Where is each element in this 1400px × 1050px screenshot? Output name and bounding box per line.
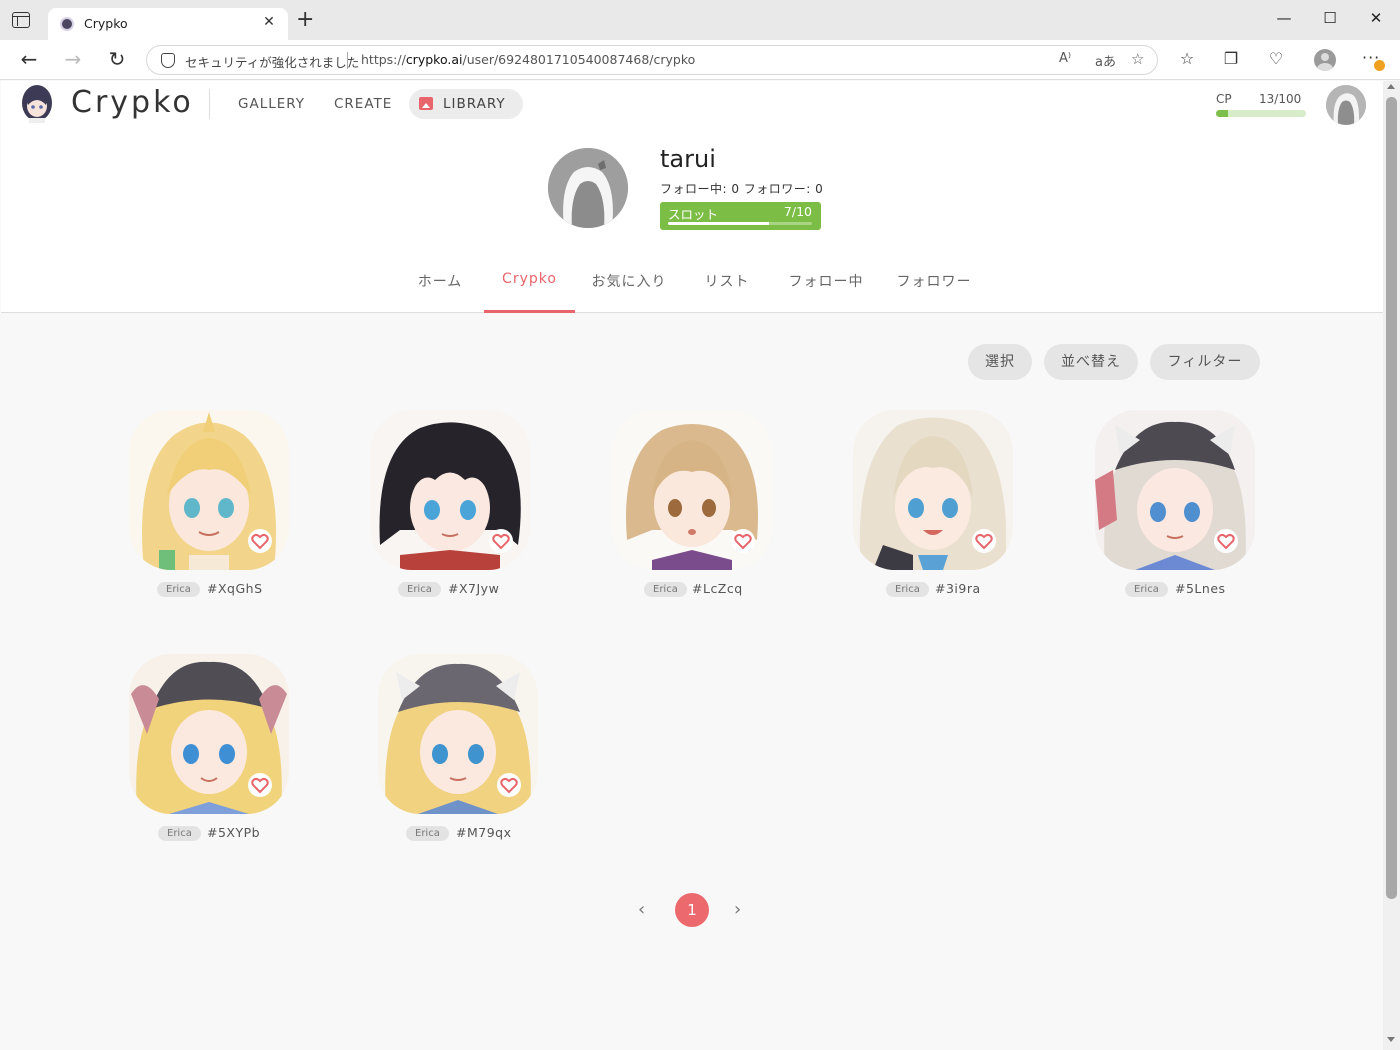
crypko-card[interactable]: Erica #LcZcq — [612, 410, 772, 610]
card-tag[interactable]: Erica — [157, 582, 200, 597]
crypko-card[interactable]: Erica #5Lnes — [1095, 410, 1255, 610]
new-tab-icon[interactable]: + — [296, 9, 314, 31]
card-tag[interactable]: Erica — [398, 582, 441, 597]
follow-counts[interactable]: フォロー中: 0 フォロワー: 0 — [660, 180, 823, 197]
cp-value: 13/100 — [1259, 92, 1302, 106]
favorite-heart-icon[interactable] — [496, 772, 522, 798]
translate-icon[interactable]: aあ — [1095, 51, 1116, 70]
profile-username: tarui — [660, 145, 716, 173]
maximize-icon[interactable]: ☐ — [1310, 9, 1350, 27]
profile-header: Crypko GALLERY CREATE LIBRARY CP 13/100 … — [1, 81, 1383, 313]
tab-home[interactable]: ホーム — [406, 271, 474, 291]
crypko-card[interactable]: Erica #M79qx — [378, 654, 538, 854]
favorite-heart-icon[interactable] — [247, 528, 273, 554]
browser-navbar: ← → ↻ セキュリティが強化されました https://crypko.ai/u… — [0, 40, 1400, 80]
favorite-heart-icon[interactable] — [488, 528, 514, 554]
cp-progress-fill — [1216, 110, 1228, 117]
slot-label: スロット — [668, 207, 719, 222]
library-image-icon — [419, 97, 433, 110]
read-aloud-icon[interactable]: A⁾ — [1059, 51, 1071, 66]
next-page-icon[interactable]: › — [734, 899, 741, 920]
select-button[interactable]: 選択 — [968, 344, 1032, 380]
profile-tabs: ホーム Crypko お気に入り リスト フォロー中 フォロワー — [1, 259, 1383, 313]
back-icon[interactable]: ← — [16, 48, 42, 72]
crypko-card[interactable]: Erica #X7Jyw — [370, 410, 530, 610]
crypko-card[interactable]: Erica #XqGhS — [129, 410, 289, 610]
card-id[interactable]: #X7Jyw — [448, 581, 499, 596]
card-id[interactable]: #5XYPb — [207, 825, 260, 840]
card-id[interactable]: #XqGhS — [207, 581, 263, 596]
favorite-heart-icon[interactable] — [971, 528, 997, 554]
slot-progress-fill — [668, 222, 769, 225]
nav-library[interactable]: LIBRARY — [409, 89, 523, 119]
nav-gallery[interactable]: GALLERY — [238, 96, 305, 112]
scroll-down-icon[interactable] — [1387, 1037, 1395, 1042]
logo-divider — [209, 89, 210, 119]
card-tag[interactable]: Erica — [886, 582, 929, 597]
nav-library-label: LIBRARY — [443, 96, 506, 112]
address-divider — [347, 52, 348, 69]
site-logo-text[interactable]: Crypko — [71, 85, 194, 120]
tab-favorites[interactable]: お気に入り — [586, 271, 672, 291]
crypko-logo-icon[interactable] — [19, 83, 55, 123]
user-menu-avatar[interactable] — [1326, 85, 1366, 125]
nav-create[interactable]: CREATE — [334, 96, 392, 112]
favorite-heart-icon[interactable] — [730, 528, 756, 554]
shield-icon[interactable] — [161, 53, 175, 68]
page-content: Crypko GALLERY CREATE LIBRARY CP 13/100 … — [1, 81, 1383, 1050]
collections-icon[interactable]: ❐ — [1220, 50, 1242, 68]
card-id[interactable]: #3i9ra — [935, 581, 981, 596]
filter-button[interactable]: フィルター — [1150, 344, 1260, 380]
slot-usage: スロット 7/10 — [660, 202, 821, 230]
tab-followers[interactable]: フォロワー — [889, 271, 979, 291]
prev-page-icon[interactable]: ‹ — [638, 899, 645, 920]
tab-crypko[interactable]: Crypko — [484, 271, 575, 287]
scroll-up-icon[interactable] — [1387, 84, 1395, 89]
card-tag[interactable]: Erica — [158, 826, 201, 841]
crypko-favicon-icon — [60, 17, 74, 31]
page-1-button[interactable]: 1 — [675, 893, 709, 927]
active-tab-indicator — [484, 310, 575, 313]
browser-tab[interactable]: Crypko ✕ — [48, 8, 288, 40]
browser-profile-icon[interactable] — [1314, 49, 1336, 71]
cp-label: CP — [1216, 92, 1232, 106]
page-scrollbar[interactable] — [1383, 81, 1400, 1050]
minimize-icon[interactable]: — — [1264, 9, 1304, 27]
profile-avatar — [548, 148, 628, 228]
card-tag[interactable]: Erica — [1125, 582, 1168, 597]
notification-badge-icon — [1374, 60, 1385, 71]
favorite-heart-icon[interactable] — [247, 772, 273, 798]
slot-progress-bar — [668, 222, 812, 225]
cp-progress-bar — [1216, 110, 1306, 117]
favorite-heart-icon[interactable] — [1213, 528, 1239, 554]
favorites-icon[interactable]: ☆ — [1176, 50, 1198, 68]
url-text[interactable]: https://crypko.ai/user/69248017105400874… — [361, 52, 695, 67]
sort-button[interactable]: 並べ替え — [1044, 344, 1138, 380]
card-id[interactable]: #M79qx — [456, 825, 512, 840]
card-tag[interactable]: Erica — [406, 826, 449, 841]
address-bar[interactable]: セキュリティが強化されました https://crypko.ai/user/69… — [146, 45, 1158, 75]
scroll-thumb[interactable] — [1386, 97, 1397, 899]
tab-actions-icon[interactable] — [12, 12, 30, 28]
card-tag[interactable]: Erica — [644, 582, 687, 597]
close-tab-icon[interactable]: ✕ — [260, 14, 278, 30]
refresh-icon[interactable]: ↻ — [104, 48, 130, 72]
browser-titlebar: Crypko ✕ + — ☐ ✕ — [0, 0, 1400, 40]
security-status: セキュリティが強化されました — [185, 55, 360, 70]
tab-following[interactable]: フォロー中 — [781, 271, 871, 291]
add-favorite-icon[interactable]: ☆ — [1131, 50, 1144, 68]
crypko-card[interactable]: Erica #3i9ra — [853, 410, 1013, 610]
slot-value: 7/10 — [783, 204, 812, 219]
tab-title: Crypko — [84, 16, 128, 31]
forward-icon[interactable]: → — [60, 48, 86, 72]
crypko-card[interactable]: Erica #5XYPb — [129, 654, 289, 854]
browser-essentials-icon[interactable]: ♡ — [1265, 50, 1287, 68]
tab-lists[interactable]: リスト — [693, 271, 761, 291]
card-id[interactable]: #5Lnes — [1175, 581, 1226, 596]
window-close-icon[interactable]: ✕ — [1356, 9, 1396, 27]
card-id[interactable]: #LcZcq — [692, 581, 743, 596]
